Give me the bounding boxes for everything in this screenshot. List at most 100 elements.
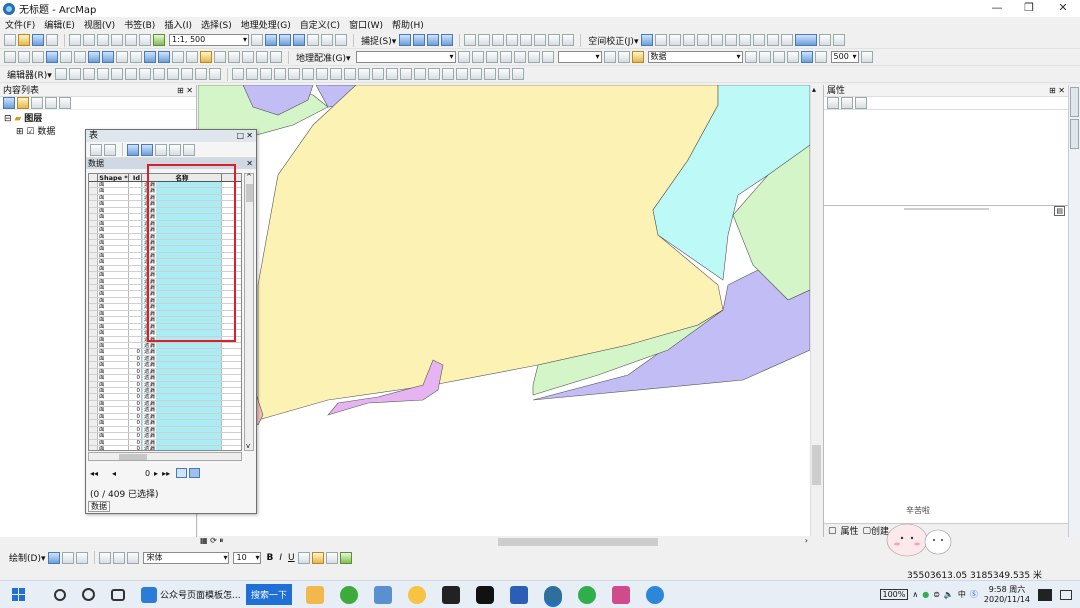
tray-app-icon[interactable]: ● — [922, 590, 929, 599]
search-app-icon[interactable] — [408, 585, 427, 604]
toc-window-icon[interactable] — [265, 34, 277, 46]
layer-combo[interactable]: 数据 — [647, 51, 743, 63]
cell-shape[interactable]: 面 — [98, 323, 129, 330]
end-snap-icon[interactable] — [413, 34, 426, 46]
catalog-icon[interactable] — [279, 34, 291, 46]
tool-icon[interactable] — [772, 51, 785, 63]
table-row[interactable]: 面 0 遗漏 — [89, 445, 241, 450]
vertex-snap-icon[interactable] — [427, 34, 440, 46]
cell-shape[interactable]: 面 — [98, 297, 129, 304]
tool-icon[interactable] — [739, 34, 752, 46]
cell-id[interactable] — [129, 214, 142, 220]
cell-shape[interactable]: 面 — [98, 413, 129, 420]
cortana-icon[interactable] — [82, 588, 95, 601]
tool-icon[interactable] — [744, 51, 757, 63]
notification-app-icon[interactable] — [1038, 588, 1052, 601]
viewer-icon[interactable] — [270, 51, 282, 63]
expand-icon[interactable]: ⊞ — [16, 127, 24, 137]
select-features-icon[interactable] — [116, 51, 128, 63]
cell-name[interactable]: 遗漏 — [142, 388, 222, 394]
tool-icon[interactable] — [469, 68, 482, 80]
scroll-thumb[interactable] — [119, 454, 147, 460]
layout-view-icons[interactable]: ▦ ⟳ ⏸ — [200, 536, 223, 546]
action-center-icon[interactable] — [1060, 589, 1072, 600]
georef-layer-combo[interactable] — [355, 51, 456, 63]
select-elements-icon[interactable] — [641, 34, 654, 46]
cell-id[interactable] — [129, 297, 142, 304]
tool-icon[interactable] — [96, 68, 109, 80]
cut-icon[interactable] — [69, 34, 81, 46]
undo-icon[interactable] — [125, 34, 137, 46]
draw-menu[interactable]: 绘制(D)▾ — [9, 551, 45, 564]
cell-id[interactable] — [129, 194, 142, 201]
cell-id[interactable] — [129, 285, 142, 291]
clock[interactable]: 9:58 周六 2020/11/14 — [984, 585, 1030, 605]
select-elements-icon[interactable] — [48, 551, 61, 564]
row-selector[interactable] — [89, 188, 98, 194]
row-selector[interactable] — [89, 310, 98, 317]
time-slider-icon[interactable] — [256, 51, 268, 63]
camera-app-icon[interactable] — [476, 585, 495, 604]
cell-id[interactable]: 0 — [129, 433, 142, 439]
tool-icon[interactable] — [655, 34, 668, 46]
sort-icon[interactable] — [841, 97, 853, 109]
cell-shape[interactable]: 面 — [98, 194, 129, 201]
tool-icon[interactable] — [683, 34, 696, 46]
row-selector[interactable] — [89, 336, 98, 342]
tab-properties[interactable]: 属性 — [841, 524, 859, 537]
cell-shape[interactable]: 面 — [98, 310, 129, 317]
cell-name[interactable]: 遗漏 — [142, 362, 222, 368]
tool-icon[interactable] — [315, 68, 328, 80]
tool-icon[interactable] — [385, 68, 398, 80]
cell-id[interactable] — [129, 323, 142, 330]
map-view[interactable] — [198, 85, 810, 536]
tool-icon[interactable] — [669, 34, 682, 46]
cell-shape[interactable]: 面 — [98, 355, 129, 362]
cell-id[interactable] — [129, 342, 142, 349]
cell-shape[interactable]: 面 — [98, 220, 129, 227]
calculator-icon[interactable] — [374, 585, 393, 604]
row-selector[interactable] — [89, 400, 98, 407]
layers-root-item[interactable]: ⊟ ▰ 图层 — [4, 113, 192, 126]
previous-record-icon[interactable]: ◂ — [112, 469, 116, 478]
table-options-icon[interactable] — [90, 143, 102, 156]
property-pages-icon[interactable] — [855, 97, 867, 109]
edge-snap-icon[interactable] — [441, 34, 454, 46]
browser-icon[interactable] — [141, 586, 157, 603]
tool-icon[interactable] — [194, 68, 207, 80]
map-canvas[interactable] — [198, 85, 810, 536]
scroll-thumb[interactable] — [812, 445, 821, 485]
rotation-field[interactable] — [557, 51, 602, 63]
row-selector[interactable] — [89, 362, 98, 368]
row-selector[interactable] — [89, 291, 98, 297]
cell-shape[interactable]: 面 — [98, 439, 129, 445]
menu-geoprocessing[interactable]: 地理处理(G) — [241, 18, 291, 31]
cell-name[interactable]: 遗漏 — [142, 381, 222, 387]
underline-button[interactable]: U — [288, 553, 295, 563]
tool-icon[interactable] — [455, 68, 468, 80]
cell-id[interactable] — [129, 304, 142, 310]
row-selector[interactable] — [89, 239, 98, 246]
scroll-up-icon[interactable]: ▴ — [812, 85, 816, 94]
row-selector[interactable] — [89, 297, 98, 304]
row-selector[interactable] — [89, 317, 98, 323]
font-size-combo[interactable]: 10 — [233, 551, 262, 564]
tool-icon[interactable] — [814, 51, 827, 63]
tool-icon[interactable] — [860, 51, 873, 63]
last-record-icon[interactable]: ▸▸ — [162, 469, 170, 478]
cell-name[interactable]: 遗漏 — [142, 433, 222, 439]
delete-icon[interactable] — [111, 34, 123, 46]
cell-shape[interactable]: 面 — [98, 375, 129, 381]
row-selector[interactable] — [89, 381, 98, 387]
sync-app-icon[interactable] — [646, 585, 665, 604]
cell-shape[interactable]: 面 — [98, 272, 129, 278]
menu-windows[interactable]: 窗口(W) — [349, 18, 383, 31]
cell-name[interactable]: 遗漏 — [142, 394, 222, 400]
battery-indicator[interactable]: 100% — [879, 589, 909, 600]
task-view-icon[interactable] — [111, 588, 125, 601]
cell-id[interactable] — [129, 182, 142, 188]
menu-customize[interactable]: 自定义(C) — [300, 18, 340, 31]
tool-icon[interactable] — [329, 68, 342, 80]
cell-name[interactable]: 遗漏 — [142, 445, 222, 450]
row-selector[interactable] — [89, 194, 98, 201]
